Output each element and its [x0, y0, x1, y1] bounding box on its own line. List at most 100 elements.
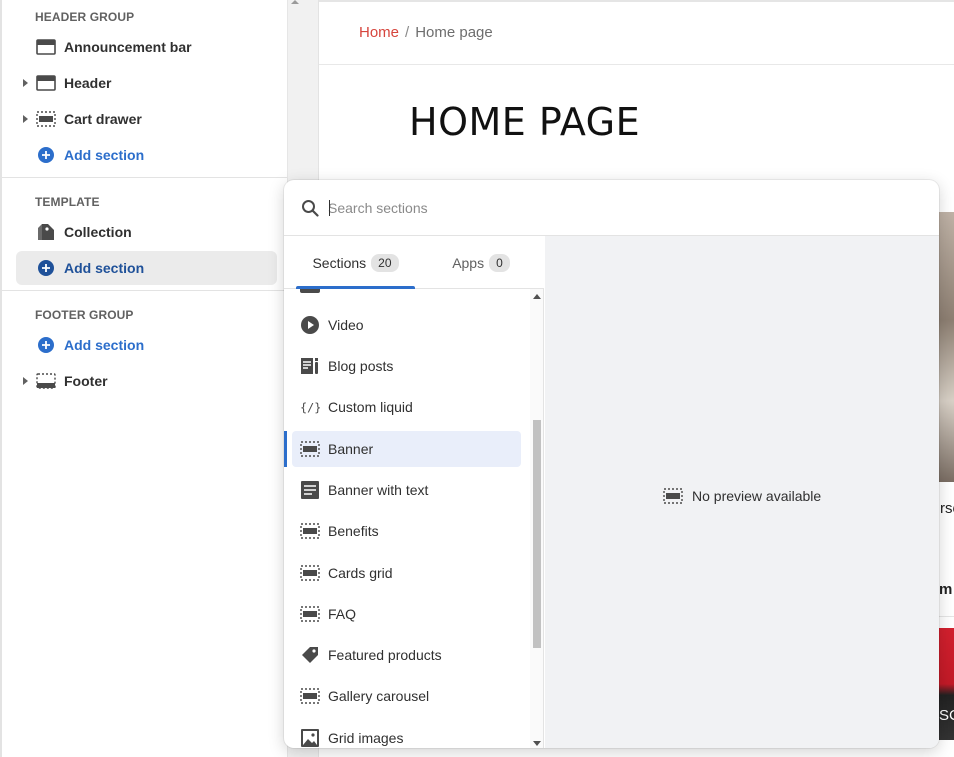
sidebar-item-cart-drawer[interactable]: Cart drawer	[16, 102, 277, 136]
section-item-benefits[interactable]: Benefits	[292, 513, 521, 549]
scroll-up-arrow-icon[interactable]	[533, 294, 541, 299]
template-group-title: TEMPLATE	[35, 195, 100, 209]
section-item-blog-posts[interactable]: Blog posts	[292, 348, 521, 384]
banner-text: SC	[939, 707, 954, 724]
section-item-label: Cards grid	[328, 565, 393, 581]
sidebar-item-announcement-bar[interactable]: Announcement bar	[16, 30, 277, 64]
search-bar	[284, 180, 939, 236]
tab-label: Apps	[452, 254, 485, 271]
tab-apps[interactable]: Apps 0	[432, 236, 530, 289]
dashed-section-icon	[300, 521, 320, 541]
no-preview-message: No preview available	[663, 486, 821, 506]
breadcrumb: Home / Home page	[359, 24, 493, 41]
section-item-featured-products[interactable]: Featured products	[292, 637, 521, 673]
section-item-grid-images[interactable]: Grid images	[292, 720, 521, 748]
sidebar-item-footer[interactable]: Footer	[16, 364, 277, 398]
section-item-banner-with-text[interactable]: Banner with text	[292, 472, 521, 508]
sidebar-item-header[interactable]: Header	[16, 66, 277, 100]
selection-indicator	[284, 431, 287, 467]
collection-icon	[36, 222, 56, 242]
section-item-gallery-carousel[interactable]: Gallery carousel	[292, 678, 521, 714]
text-block-icon	[300, 480, 320, 500]
no-preview-label: No preview available	[692, 488, 822, 504]
sidebar-item-collection[interactable]: Collection	[16, 215, 277, 249]
dashed-section-icon	[36, 109, 56, 129]
section-item-faq[interactable]: FAQ	[292, 596, 521, 632]
product-image	[939, 212, 954, 482]
section-item-label: Custom liquid	[328, 399, 413, 415]
sections-list-scrollbar[interactable]	[530, 289, 543, 748]
section-item-label: Gallery carousel	[328, 688, 430, 704]
section-item-cards-grid[interactable]: Cards grid	[292, 555, 521, 591]
clipped-section-icon	[300, 289, 320, 293]
footer-group-title: FOOTER GROUP	[35, 308, 134, 322]
add-section-label: Add section	[64, 337, 145, 353]
expand-caret-icon[interactable]	[23, 79, 28, 87]
scrollbar-thumb[interactable]	[533, 420, 541, 648]
tab-sections[interactable]: Sections 20	[296, 236, 415, 289]
add-section-popover: Sections20 Apps0 Video Blog posts {/} Cu…	[284, 180, 939, 748]
dashed-section-icon	[663, 486, 683, 506]
section-item-label: Grid images	[328, 730, 404, 746]
section-item-custom-liquid[interactable]: {/} Custom liquid	[292, 389, 521, 425]
breadcrumb-home-link[interactable]: Home	[359, 24, 399, 41]
tag-icon	[300, 645, 320, 665]
section-icon	[36, 37, 56, 57]
dashed-section-icon	[300, 686, 320, 706]
plus-circle-icon	[36, 335, 56, 355]
section-item-label: Banner with text	[328, 482, 429, 498]
divider	[2, 177, 289, 178]
section-item-label: Benefits	[328, 523, 379, 539]
section-item-label: FAQ	[328, 606, 357, 622]
blog-icon	[300, 356, 320, 376]
tab-label: Sections	[312, 254, 367, 271]
section-preview-pane: No preview available	[545, 236, 939, 748]
scroll-down-arrow-icon[interactable]	[533, 741, 541, 746]
add-section-template-button[interactable]: Add section	[16, 251, 277, 285]
tab-bar: Sections 20 Apps 0	[284, 236, 544, 289]
section-icon	[36, 371, 56, 391]
section-item-label: Blog posts	[328, 358, 394, 374]
page-title: HOME PAGE	[409, 100, 641, 144]
product-text: rse	[940, 500, 954, 517]
code-icon: {/}	[300, 397, 320, 417]
breadcrumb-separator: /	[405, 24, 410, 41]
divider	[319, 64, 954, 65]
plus-circle-icon	[36, 258, 56, 278]
sidebar-item-label: Header	[64, 75, 112, 91]
section-item-video[interactable]: Video	[292, 307, 521, 343]
dashed-section-icon	[300, 439, 320, 459]
expand-caret-icon[interactable]	[23, 377, 28, 385]
section-item-label: Banner	[328, 441, 374, 457]
text-cursor	[329, 200, 330, 216]
add-section-footer-button[interactable]: Add section	[16, 328, 277, 362]
tab-count-badge: 0	[489, 253, 510, 272]
sidebar-item-label: Footer	[64, 373, 108, 389]
search-sections-input[interactable]	[328, 196, 908, 220]
sidebar-item-label: Collection	[64, 224, 132, 240]
section-item-banner[interactable]: Banner	[292, 431, 521, 467]
header-group-title: HEADER GROUP	[35, 10, 135, 24]
play-icon	[300, 315, 320, 335]
sidebar-item-label: Cart drawer	[64, 111, 142, 127]
dashed-section-icon	[300, 604, 320, 624]
section-item-label: Featured products	[328, 647, 442, 663]
divider	[2, 290, 289, 291]
theme-editor-sidebar: HEADER GROUP Announcement bar Header Car…	[0, 0, 289, 757]
plus-circle-icon	[36, 145, 56, 165]
search-icon	[301, 199, 319, 222]
add-section-header-button[interactable]: Add section	[16, 138, 277, 172]
section-item-label: Video	[328, 317, 364, 333]
svg-text:{/}: {/}	[300, 401, 320, 415]
image-icon	[300, 728, 320, 748]
sections-list: Video Blog posts {/} Custom liquid Banne…	[284, 289, 544, 748]
add-section-label: Add section	[64, 147, 145, 163]
preview-top-border	[319, 0, 954, 2]
expand-caret-icon[interactable]	[23, 115, 28, 123]
scroll-up-arrow-icon[interactable]	[291, 0, 299, 4]
section-icon	[36, 73, 56, 93]
product-text: m	[939, 581, 953, 598]
breadcrumb-current: Home page	[415, 24, 493, 41]
sidebar-item-label: Announcement bar	[64, 39, 192, 55]
dashed-section-icon	[300, 563, 320, 583]
